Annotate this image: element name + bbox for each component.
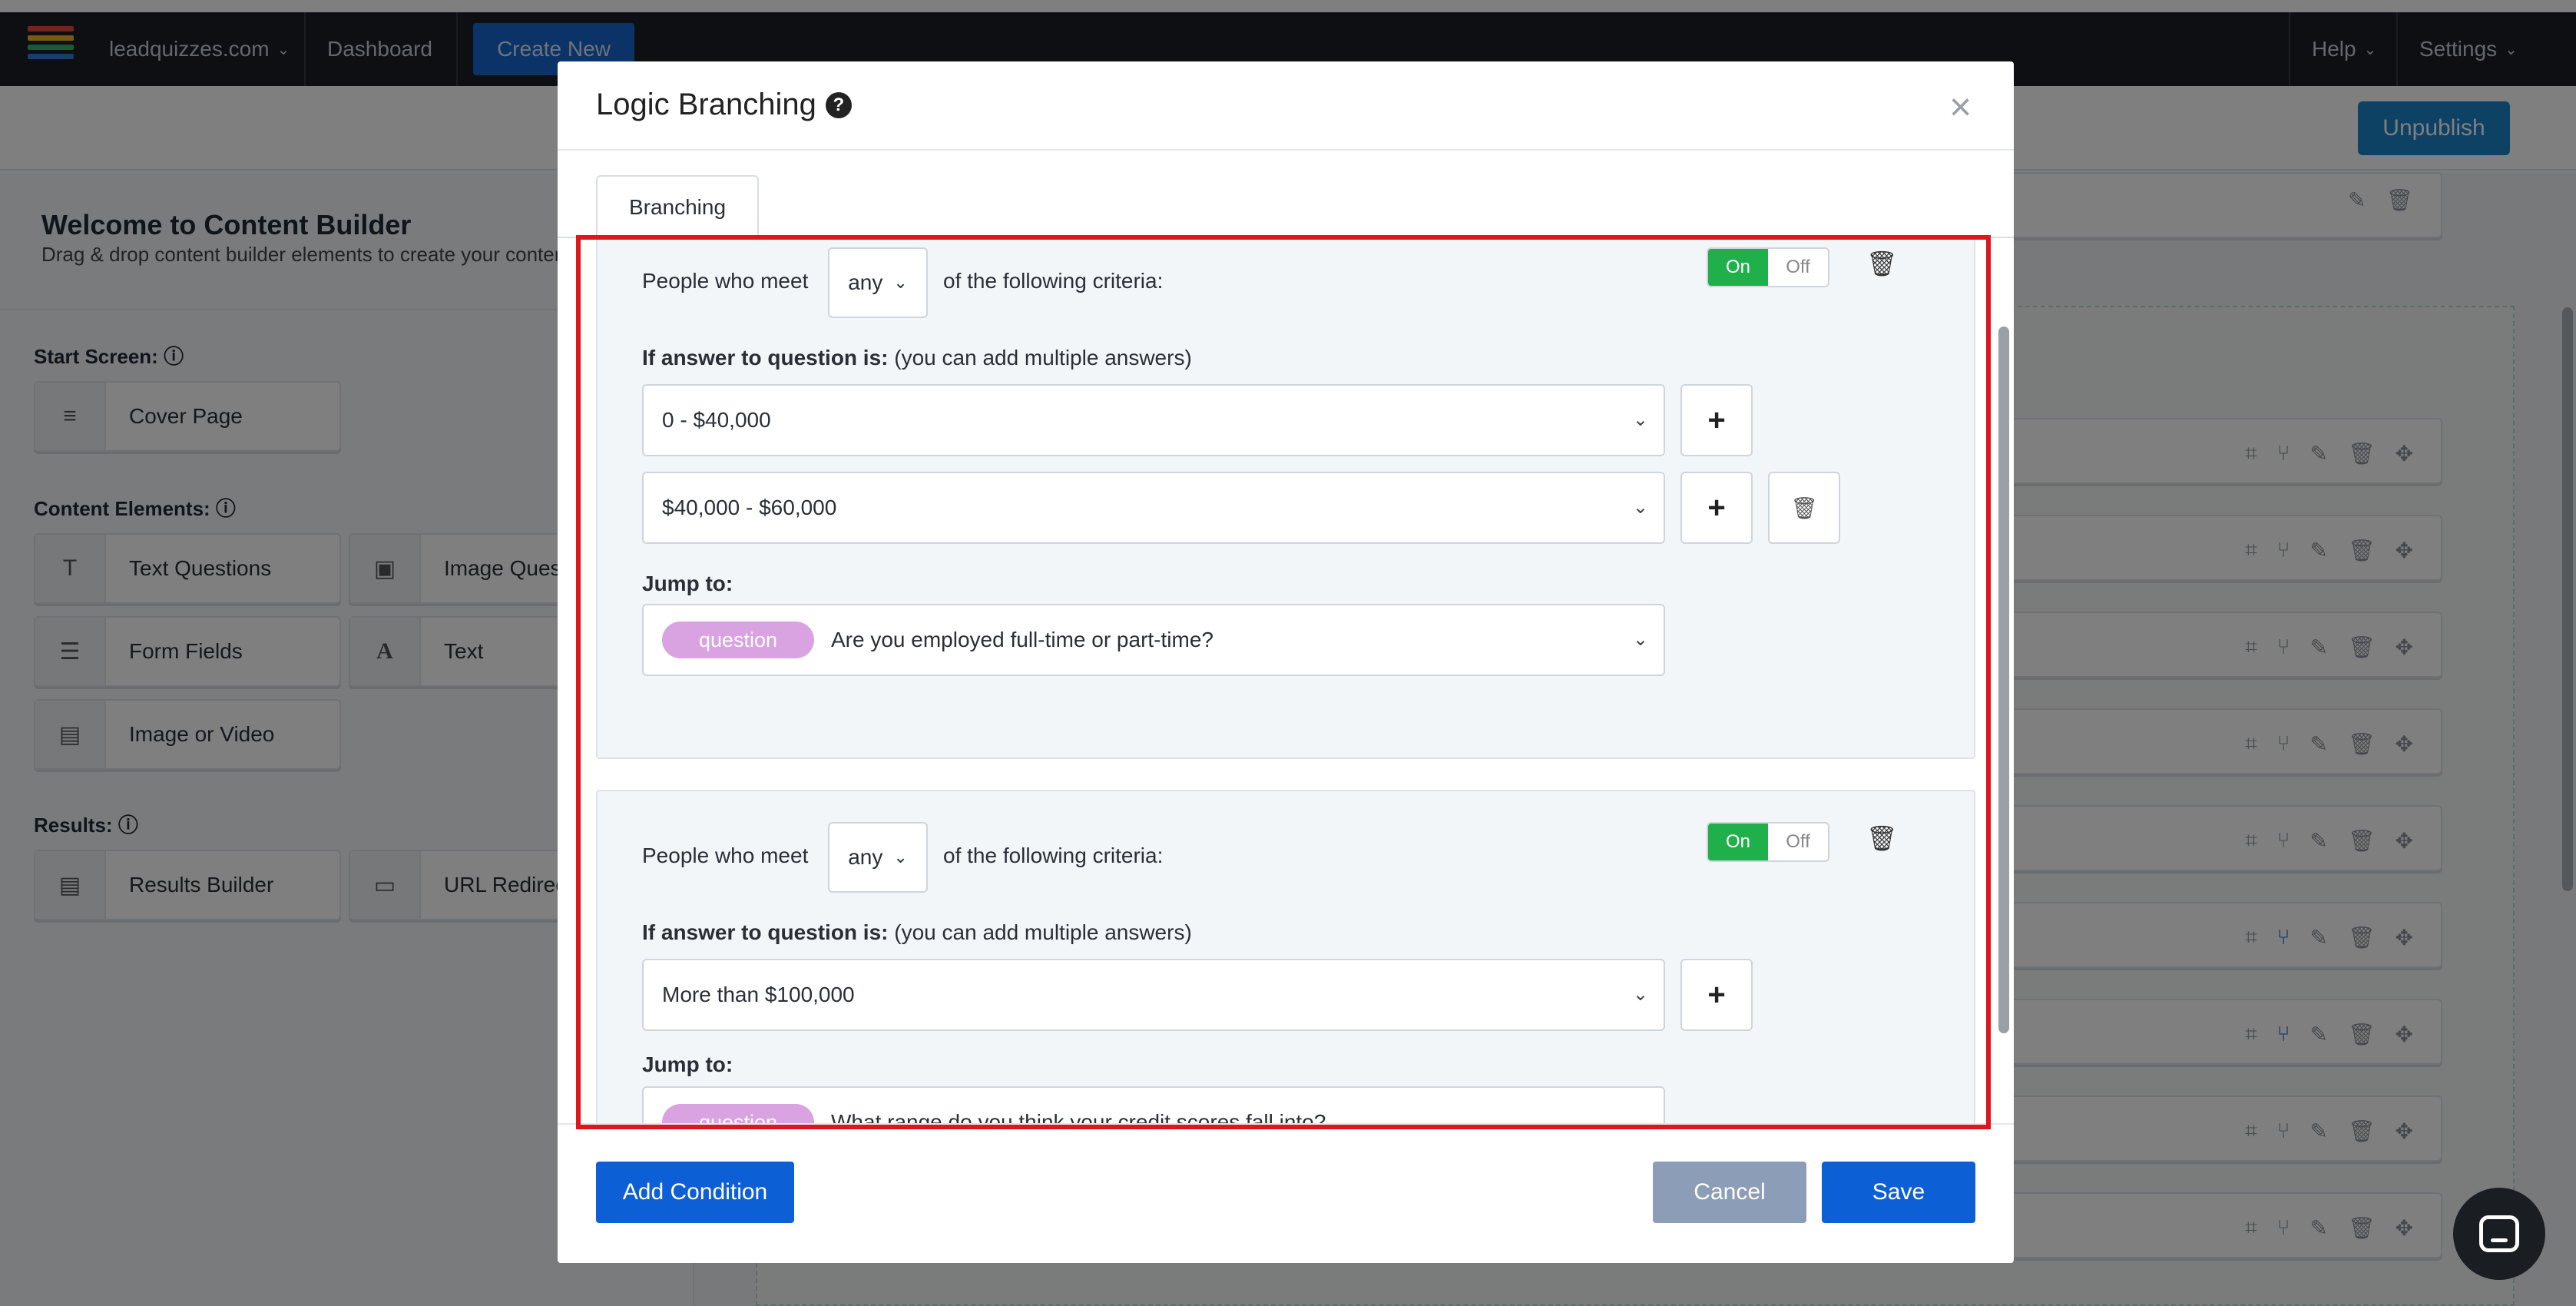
modal-title-text: Logic Branching: [596, 88, 816, 121]
chevron-down-icon: ⌄: [893, 273, 908, 292]
jump-target-select[interactable]: question What range do you think your cr…: [642, 1086, 1665, 1123]
add-answer-button[interactable]: +: [1680, 384, 1753, 456]
match-type-value: any: [848, 845, 883, 869]
if-answer-label: If answer to question is: (you can add m…: [642, 346, 1192, 370]
question-circle-icon[interactable]: ?: [825, 91, 852, 118]
modal-header: Logic Branching ? ×: [558, 61, 2014, 151]
toggle-off[interactable]: Off: [1768, 824, 1828, 860]
chat-launcher[interactable]: [2453, 1188, 2545, 1280]
add-condition-button[interactable]: Add Condition: [596, 1162, 794, 1223]
match-type-select[interactable]: any ⌄: [828, 822, 928, 893]
modal-title: Logic Branching ?: [596, 88, 852, 122]
jump-target-select[interactable]: question Are you employed full-time or p…: [642, 604, 1665, 676]
answer-select[interactable]: More than $100,000 ⌄: [642, 959, 1665, 1031]
jump-target-value: Are you employed full-time or part-time?: [831, 628, 1214, 651]
if-answer-bold: If answer to question is:: [642, 920, 889, 944]
jump-to-label: Jump to:: [642, 1052, 733, 1076]
jump-target-value: What range do you think your credit scor…: [831, 1110, 1326, 1123]
answer-value: More than $100,000: [662, 983, 855, 1006]
delete-condition-trash-icon[interactable]: 🗑: [1866, 824, 1898, 853]
match-type-value: any: [848, 270, 883, 294]
chevron-down-icon: ⌄: [893, 847, 908, 867]
logic-branching-modal: Logic Branching ? × Branching People who…: [558, 61, 2014, 1263]
condition-toggle[interactable]: On Off: [1707, 822, 1829, 862]
if-answer-bold: If answer to question is:: [642, 346, 889, 370]
save-button[interactable]: Save: [1822, 1162, 1975, 1223]
condition-card-2: People who meet any ⌄ of the following c…: [596, 790, 1975, 1123]
if-answer-note: (you can add multiple answers): [894, 920, 1192, 944]
question-tag: question: [662, 622, 814, 658]
criteria-label: of the following criteria:: [943, 844, 1164, 867]
chevron-down-icon: ⌄: [1632, 497, 1648, 518]
answer-value: 0 - $40,000: [662, 408, 771, 432]
chevron-down-icon: ⌄: [1632, 409, 1648, 430]
question-tag: question: [662, 1104, 814, 1123]
jump-to-label: Jump to:: [642, 572, 733, 595]
people-who-meet-label: People who meet: [642, 269, 809, 293]
criteria-label: of the following criteria:: [943, 269, 1164, 293]
close-icon[interactable]: ×: [1949, 85, 1972, 129]
people-who-meet-label: People who meet: [642, 844, 809, 867]
condition-card-1: People who meet any ⌄ of the following c…: [596, 238, 1975, 759]
conditions-scroll-area: People who meet any ⌄ of the following c…: [558, 238, 2014, 1123]
chevron-down-icon: ⌄: [1632, 629, 1648, 650]
answer-value: $40,000 - $60,000: [662, 496, 837, 519]
chevron-down-icon: ⌄: [1632, 984, 1648, 1005]
condition-toggle[interactable]: On Off: [1707, 247, 1829, 287]
toggle-off[interactable]: Off: [1768, 249, 1828, 286]
toggle-on[interactable]: On: [1708, 249, 1768, 286]
remove-answer-trash-icon[interactable]: 🗑: [1768, 472, 1840, 544]
chevron-down-icon: ⌄: [1632, 1112, 1648, 1123]
if-answer-label: If answer to question is: (you can add m…: [642, 920, 1192, 945]
modal-scrollbar[interactable]: [1998, 326, 2009, 1033]
cancel-button[interactable]: Cancel: [1653, 1162, 1806, 1223]
delete-condition-trash-icon[interactable]: 🗑: [1866, 249, 1898, 278]
add-answer-button[interactable]: +: [1680, 472, 1753, 544]
toggle-on[interactable]: On: [1708, 824, 1768, 860]
tab-branching[interactable]: Branching: [596, 175, 759, 238]
if-answer-note: (you can add multiple answers): [894, 346, 1192, 370]
chat-icon: [2479, 1215, 2519, 1252]
match-type-select[interactable]: any ⌄: [828, 247, 928, 318]
add-answer-button[interactable]: +: [1680, 959, 1753, 1031]
answer-select[interactable]: 0 - $40,000 ⌄: [642, 384, 1665, 456]
answer-select[interactable]: $40,000 - $60,000 ⌄: [642, 472, 1665, 544]
